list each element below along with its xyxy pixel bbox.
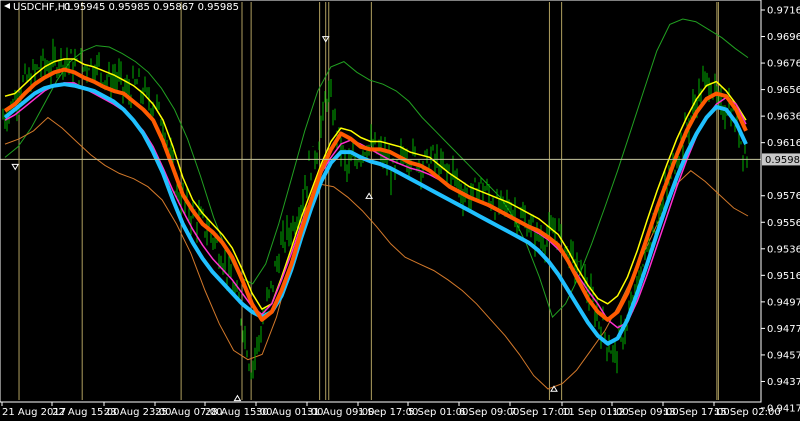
current-price-label: 0.95985 (765, 155, 800, 166)
y-tick-label: 0.94373 (767, 377, 800, 388)
envelope-bands (4, 18, 749, 390)
y-tick-label: 0.94577 (767, 350, 800, 361)
moving-averages (3, 58, 748, 346)
y-axis: 0.97168 0.96968 0.96768 0.96568 0.96368 0.961… (761, 6, 800, 415)
dropdown-arrow-icon[interactable] (4, 3, 10, 9)
fractal-arrow-icon (233, 394, 242, 402)
fractal-arrow-icon (11, 163, 20, 171)
y-tick-label: 0.96768 (767, 59, 800, 70)
x-tick-label: 15 Sep 02:00 (714, 407, 781, 418)
chart-header: USDCHF,H1 0.95945 0.95985 0.95867 0.9598… (4, 2, 239, 13)
y-tick-label: 0.96568 (767, 85, 800, 96)
y-tick-label: 0.97168 (767, 6, 800, 17)
y-tick-label: 0.96168 (767, 138, 800, 149)
y-tick-label: 0.96368 (767, 112, 800, 123)
y-tick-label: 0.95368 (767, 244, 800, 255)
x-axis: 21 Aug 201722 Aug 15:0023 Aug 23:0025 Au… (1, 402, 781, 418)
y-tick-label: 0.96968 (767, 32, 800, 43)
y-tick-label: 0.95168 (767, 271, 800, 282)
ma-orange-line (3, 67, 748, 322)
price-chart[interactable]: 0.97168 0.96968 0.96768 0.96568 0.96368 0.961… (0, 0, 800, 421)
ohlc-values: 0.95945 0.95985 0.95867 0.95985 (64, 2, 239, 13)
symbol-title: USDCHF,H1 (13, 2, 72, 13)
y-tick-label: 0.95768 (767, 191, 800, 202)
y-tick-label: 0.94777 (767, 324, 800, 335)
plot-frame (0, 0, 762, 403)
y-tick-label: 0.94977 (767, 297, 800, 308)
y-tick-label: 0.95568 (767, 218, 800, 229)
current-price-tag: 0.95985 (762, 153, 800, 166)
ma-cyan-line (3, 82, 748, 346)
